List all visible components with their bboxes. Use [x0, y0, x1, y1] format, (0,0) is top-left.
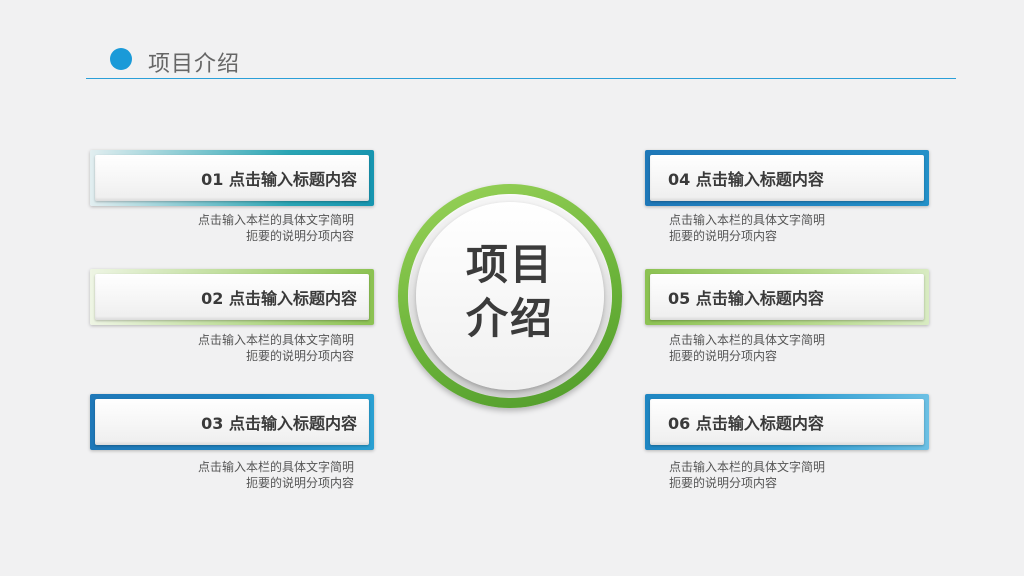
item-desc-02: 点击输入本栏的具体文字简明 扼要的说明分项内容 [134, 332, 354, 364]
item-desc-04: 点击输入本栏的具体文字简明 扼要的说明分项内容 [669, 212, 889, 244]
item-desc-line: 扼要的说明分项内容 [245, 476, 354, 490]
item-card-01[interactable]: 01 点击输入标题内容 [90, 150, 374, 206]
item-desc-03: 点击输入本栏的具体文字简明 扼要的说明分项内容 [134, 459, 354, 491]
item-desc-line: 点击输入本栏的具体文字简明 [669, 333, 826, 347]
item-desc-01: 点击输入本栏的具体文字简明 扼要的说明分项内容 [134, 212, 354, 244]
item-title-03[interactable]: 03 点击输入标题内容 [95, 399, 369, 445]
item-desc-05: 点击输入本栏的具体文字简明 扼要的说明分项内容 [669, 332, 889, 364]
item-desc-line: 扼要的说明分项内容 [245, 229, 354, 243]
item-desc-line: 扼要的说明分项内容 [245, 349, 354, 363]
item-title-01[interactable]: 01 点击输入标题内容 [95, 155, 369, 201]
page-title: 项目介绍 [148, 52, 241, 77]
item-title-06[interactable]: 06 点击输入标题内容 [650, 399, 924, 445]
item-desc-line: 扼要的说明分项内容 [669, 229, 778, 243]
item-desc-line: 点击输入本栏的具体文字简明 [669, 213, 826, 227]
item-desc-line: 点击输入本栏的具体文字简明 [197, 213, 354, 227]
item-title-05[interactable]: 05 点击输入标题内容 [650, 274, 924, 320]
item-desc-line: 扼要的说明分项内容 [669, 349, 778, 363]
item-title-04[interactable]: 04 点击输入标题内容 [650, 155, 924, 201]
item-card-04[interactable]: 04 点击输入标题内容 [645, 150, 929, 206]
item-card-02[interactable]: 02 点击输入标题内容 [90, 269, 374, 325]
header-divider [86, 78, 956, 79]
item-card-05[interactable]: 05 点击输入标题内容 [645, 269, 929, 325]
item-desc-line: 点击输入本栏的具体文字简明 [197, 460, 354, 474]
item-card-03[interactable]: 03 点击输入标题内容 [90, 394, 374, 450]
item-desc-line: 扼要的说明分项内容 [669, 476, 778, 490]
item-card-06[interactable]: 06 点击输入标题内容 [645, 394, 929, 450]
item-desc-06: 点击输入本栏的具体文字简明 扼要的说明分项内容 [669, 459, 889, 491]
center-title-line2: 介绍 [465, 294, 554, 343]
item-desc-line: 点击输入本栏的具体文字简明 [669, 460, 826, 474]
item-desc-line: 点击输入本栏的具体文字简明 [197, 333, 354, 347]
center-title-line1: 项目 [465, 240, 554, 289]
item-title-02[interactable]: 02 点击输入标题内容 [95, 274, 369, 320]
center-title: 项目 介绍 [416, 238, 604, 346]
header-bullet-icon [110, 48, 132, 70]
